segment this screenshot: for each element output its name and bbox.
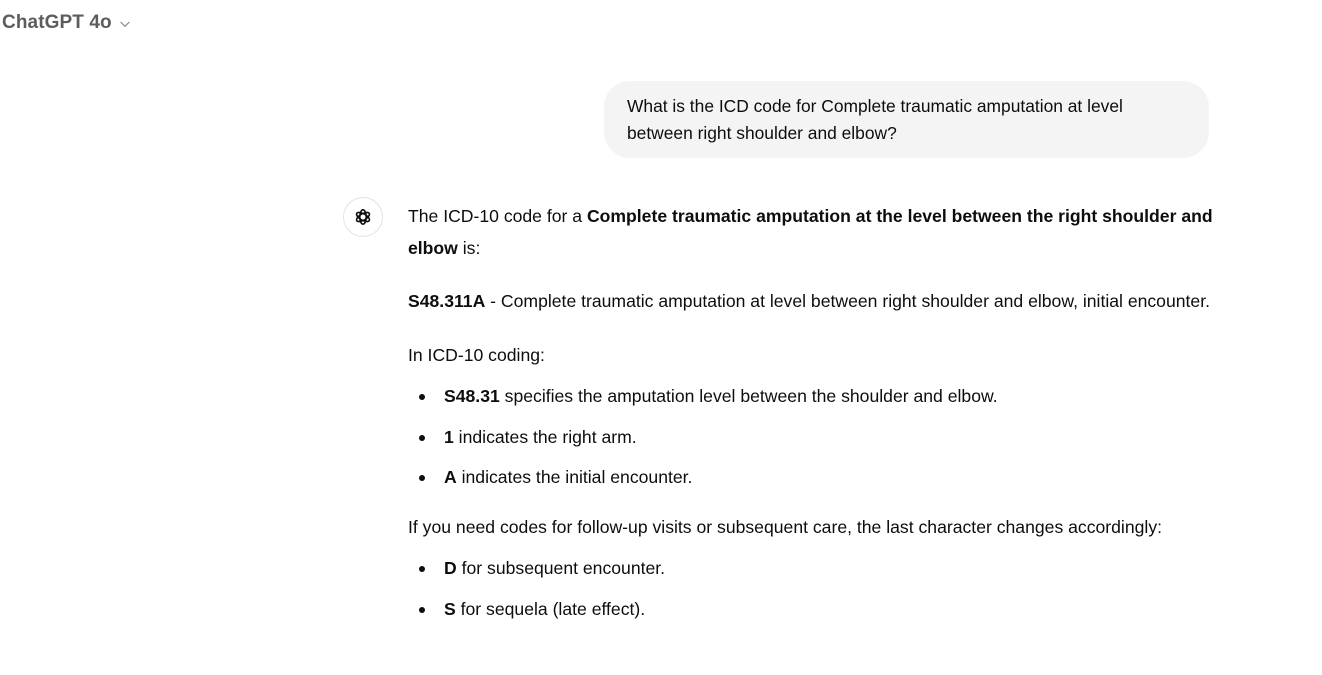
coding-list: S48.31 specifies the amputation level be…	[408, 381, 1218, 494]
user-message-line-1: What is the ICD code for Complete trauma…	[627, 96, 1123, 116]
assistant-intro: The ICD-10 code for a Complete traumatic…	[408, 201, 1218, 264]
model-name: ChatGPT 4o	[2, 12, 112, 33]
list-item: A indicates the initial encounter.	[408, 462, 1218, 494]
code-description: - Complete traumatic amputation at level…	[485, 291, 1210, 311]
list-item-bold: S48.31	[444, 386, 500, 406]
openai-logo-icon	[343, 197, 383, 237]
user-message-bubble: What is the ICD code for Complete trauma…	[604, 81, 1209, 158]
list-item: S48.31 specifies the amputation level be…	[408, 381, 1218, 413]
list-item-bold: S	[444, 598, 456, 619]
chevron-down-icon	[120, 21, 130, 27]
list-item-text: indicates the right arm.	[453, 426, 637, 447]
list-item: S for sequela (late effect).	[408, 594, 1218, 626]
list-item-bold: A	[444, 467, 457, 487]
intro-prefix: The ICD-10 code for a	[408, 206, 587, 226]
followup-text: If you need codes for follow-up visits o…	[408, 516, 1163, 537]
list-item-bold: D	[444, 558, 457, 578]
chat-page: ChatGPT 4o What is the ICD code for Comp…	[0, 0, 1322, 675]
user-message-line-2: between right shoulder and elbow?	[627, 123, 897, 143]
list-item-text: indicates the initial encounter.	[456, 467, 693, 487]
intro-suffix: is:	[457, 237, 481, 258]
list-item-text: for sequela (late effect).	[455, 598, 646, 619]
model-switcher-button[interactable]: ChatGPT 4o	[0, 10, 134, 36]
icd-code: S48.311A	[408, 291, 486, 311]
list-item-text: for subsequent encounter.	[456, 558, 666, 578]
assistant-message: The ICD-10 code for a Complete traumatic…	[408, 201, 1218, 643]
list-item-bold: 1	[444, 426, 454, 447]
coding-heading: In ICD-10 coding:	[408, 344, 545, 365]
list-item: 1 indicates the right arm.	[408, 422, 1218, 454]
list-item: D for subsequent encounter.	[408, 553, 1218, 585]
followup-list: D for subsequent encounter. S for sequel…	[408, 553, 1218, 625]
code-line: S48.311A - Complete traumatic amputation…	[408, 286, 1218, 318]
list-item-text: specifies the amputation level between t…	[499, 386, 998, 406]
